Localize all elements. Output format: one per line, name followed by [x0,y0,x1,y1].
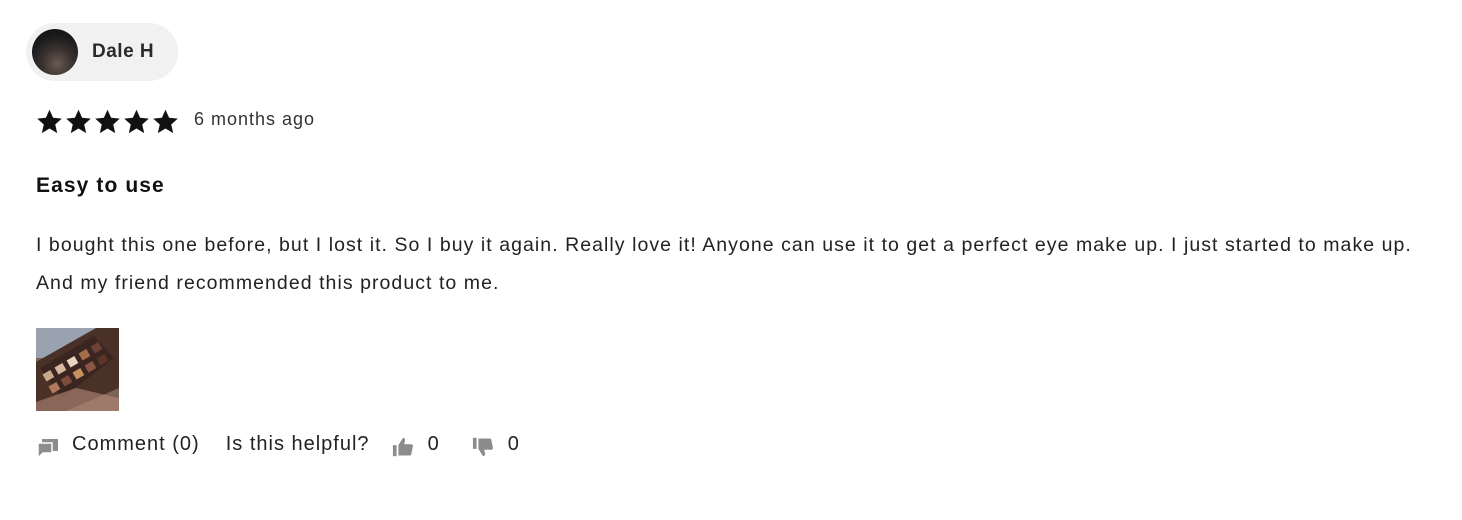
star-icon [93,108,122,136]
review-body: I bought this one before, but I lost it.… [36,234,1412,294]
comment-button[interactable]: Comment (0) [36,432,200,460]
upvote-button[interactable]: 0 [392,432,440,458]
review-card: Dale H 6 months ago Easy to use I bought… [0,0,1462,520]
star-icon [151,108,180,136]
star-icon [122,108,151,136]
comment-icon [36,436,60,460]
comment-label: Comment (0) [72,432,200,455]
star-icon [64,108,93,136]
star-rating [35,108,180,136]
downvote-button[interactable]: 0 [472,432,520,458]
review-date: 6 months ago [194,108,316,129]
review-title: Easy to use [36,174,165,197]
star-icon [35,108,64,136]
review-actions: Comment (0) Is this helpful? 0 0 [36,432,520,460]
upvote-count: 0 [427,432,440,455]
author-chip[interactable]: Dale H [26,23,179,81]
author-name: Dale H [92,41,155,62]
review-photo-thumbnail[interactable] [36,328,119,411]
avatar [32,29,78,75]
downvote-count: 0 [507,432,520,455]
thumbs-down-icon [472,436,494,458]
rating-row: 6 months ago [35,108,315,136]
helpful-label: Is this helpful? [225,432,370,455]
thumbs-up-icon [392,436,414,458]
